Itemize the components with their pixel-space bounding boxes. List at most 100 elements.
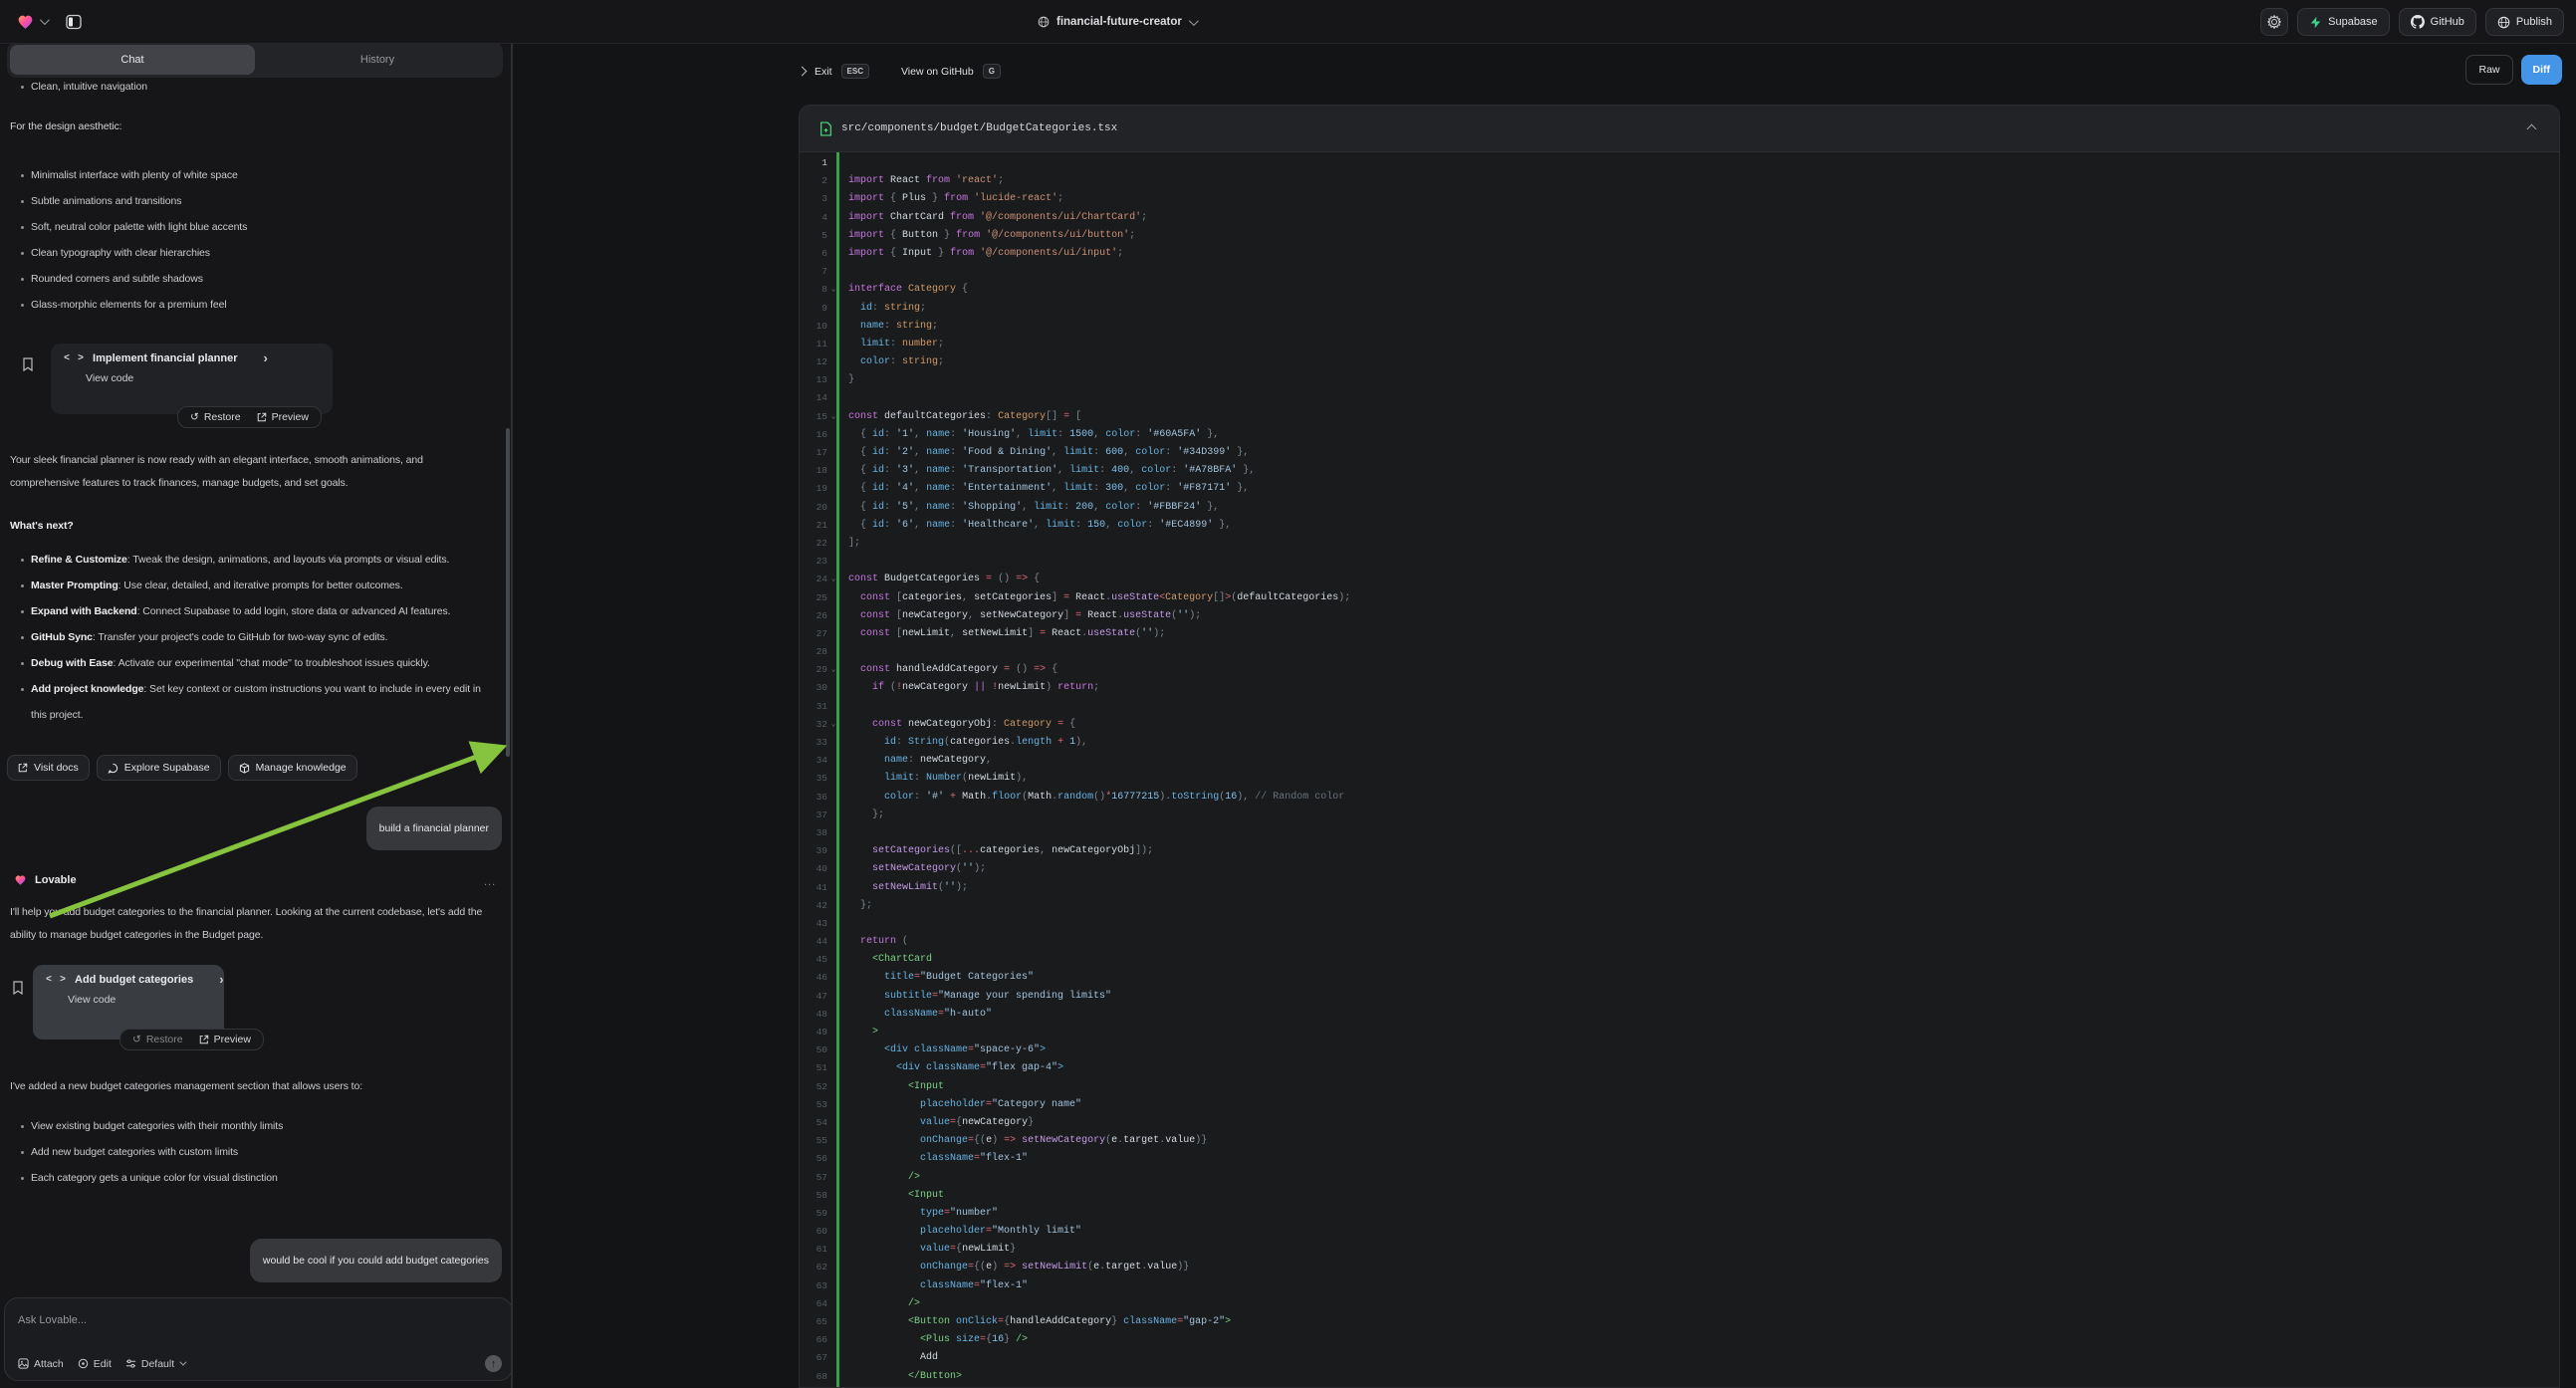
code-line: 31 [800, 698, 2559, 716]
chat-scrollbar[interactable] [506, 428, 510, 757]
line-number: 33 [800, 734, 827, 752]
code-line: 13} [800, 371, 2559, 389]
line-number: 23 [800, 553, 827, 571]
line-number: 51 [800, 1059, 827, 1077]
code-line: 19 { id: '4', name: 'Entertainment', lim… [800, 480, 2559, 498]
raw-toggle-button[interactable]: Raw [2465, 55, 2512, 85]
code-line: 61 value={newLimit} [800, 1241, 2559, 1259]
visit-docs-button[interactable]: Visit docs [7, 755, 90, 781]
code-line: 59 type="number" [800, 1205, 2559, 1223]
code-line: 6import { Input } from '@/components/ui/… [800, 245, 2559, 263]
message-menu-button[interactable]: ... [484, 876, 496, 888]
line-number: 15 [800, 408, 827, 426]
diff-toggle-button[interactable]: Diff [2521, 55, 2563, 85]
code-line: 55 onChange={(e) => setNewCategory(e.tar… [800, 1132, 2559, 1150]
code-line: 62 onChange={(e) => setNewLimit(e.target… [800, 1259, 2559, 1276]
line-number: 5 [800, 227, 827, 245]
line-number: 56 [800, 1150, 827, 1168]
chat-input[interactable] [18, 1314, 499, 1326]
sliders-icon [125, 1358, 136, 1369]
code-line: 45 <ChartCard [800, 951, 2559, 969]
code-line: 11 limit: number; [800, 336, 2559, 353]
view-on-github-button[interactable]: View on GitHub [901, 66, 974, 78]
code-toolbar: Exit ESC View on GitHub G Raw Diff [513, 44, 2576, 105]
list-item: Clean, intuitive navigation [14, 74, 492, 100]
collapse-file-button[interactable] [2524, 116, 2539, 141]
line-number: 4 [800, 209, 827, 227]
code-lines: 12import React from 'react';3import { Pl… [800, 154, 2559, 1386]
code-line: 35 limit: Number(newLimit), [800, 770, 2559, 788]
code-line: 49 > [800, 1024, 2559, 1041]
line-number: 47 [800, 988, 827, 1006]
code-line: 68 </Button> [800, 1368, 2559, 1386]
chevron-down-icon [1189, 16, 1199, 26]
code-line: 56 className="flex-1" [800, 1150, 2559, 1168]
line-number: 60 [800, 1223, 827, 1241]
code-line: 64 /> [800, 1295, 2559, 1313]
line-number: 39 [800, 842, 827, 860]
bookmark-icon[interactable] [12, 981, 24, 995]
line-number: 65 [800, 1313, 827, 1331]
tab-chat[interactable]: Chat [10, 45, 255, 75]
line-number: 66 [800, 1331, 827, 1349]
edit-button[interactable]: Edit [78, 1358, 112, 1370]
line-number: 43 [800, 915, 827, 933]
line-number: 31 [800, 698, 827, 716]
code-line: 50 <div className="space-y-6"> [800, 1041, 2559, 1059]
tab-history[interactable]: History [255, 45, 500, 75]
code-line: 66 <Plus size={16} /> [800, 1331, 2559, 1349]
sidebar-toggle-button[interactable] [60, 9, 88, 35]
panel-left-icon [66, 14, 82, 30]
code-line: 8⌄interface Category { [800, 281, 2559, 299]
file-header[interactable]: src/components/budget/BudgetCategories.t… [800, 106, 2559, 152]
external-link-icon [18, 763, 28, 773]
settings-button[interactable] [2260, 8, 2288, 36]
restore-icon: ↺ [190, 411, 199, 423]
package-icon [239, 763, 250, 774]
lovable-logo[interactable] [15, 11, 47, 32]
heart-icon [13, 872, 28, 887]
line-number: 1 [800, 154, 827, 172]
code-view: Exit ESC View on GitHub G Raw Diff src/c… [513, 44, 2576, 1388]
restore-button[interactable]: ↺Restore [132, 1034, 183, 1045]
restore-button[interactable]: ↺Restore [190, 411, 241, 423]
bookmark-icon[interactable] [22, 357, 34, 371]
line-number: 41 [800, 879, 827, 897]
supabase-button[interactable]: Supabase [2297, 8, 2390, 36]
preview-button[interactable]: Preview [257, 411, 309, 423]
line-number: 68 [800, 1368, 827, 1386]
code-line: 18 { id: '3', name: 'Transportation', li… [800, 462, 2559, 480]
attach-button[interactable]: Attach [18, 1358, 64, 1370]
gear-icon [2267, 15, 2281, 29]
code-line: 37 }; [800, 807, 2559, 824]
line-number: 57 [800, 1169, 827, 1187]
publish-button[interactable]: Publish [2485, 8, 2564, 36]
panel-divider[interactable] [511, 44, 513, 1388]
code-line: 39 setCategories([...categories, newCate… [800, 842, 2559, 860]
exit-button[interactable]: Exit [815, 66, 832, 78]
line-number: 19 [800, 480, 827, 498]
view-code-link[interactable]: View code [86, 372, 320, 384]
code-line: 41 setNewLimit(''); [800, 879, 2559, 897]
view-code-link[interactable]: View code [68, 994, 211, 1006]
code-line: 53 placeholder="Category name" [800, 1096, 2559, 1114]
project-switcher[interactable]: financial-future-creator [1038, 0, 1196, 44]
version-card-implement-financial-planner[interactable]: < > Implement financial planner › View c… [51, 344, 333, 414]
code-line: 26 const [newCategory, setNewCategory] =… [800, 607, 2559, 625]
line-number: 8 [800, 281, 827, 299]
github-button[interactable]: GitHub [2399, 8, 2476, 36]
line-number: 59 [800, 1205, 827, 1223]
line-number: 48 [800, 1006, 827, 1024]
send-button[interactable]: ↑ [485, 1355, 502, 1372]
quick-actions: Visit docs Explore Supabase Manage knowl… [7, 755, 357, 781]
mode-select[interactable]: Default [125, 1358, 184, 1370]
line-number: 26 [800, 607, 827, 625]
line-number: 29 [800, 661, 827, 679]
preview-button[interactable]: Preview [199, 1034, 251, 1045]
code-line: 32⌄ const newCategoryObj: Category = { [800, 716, 2559, 734]
explore-supabase-button[interactable]: Explore Supabase [97, 755, 221, 781]
chevron-up-icon [2527, 124, 2537, 134]
manage-knowledge-button[interactable]: Manage knowledge [228, 755, 357, 781]
line-number: 64 [800, 1295, 827, 1313]
code-line: 2import React from 'react'; [800, 172, 2559, 190]
